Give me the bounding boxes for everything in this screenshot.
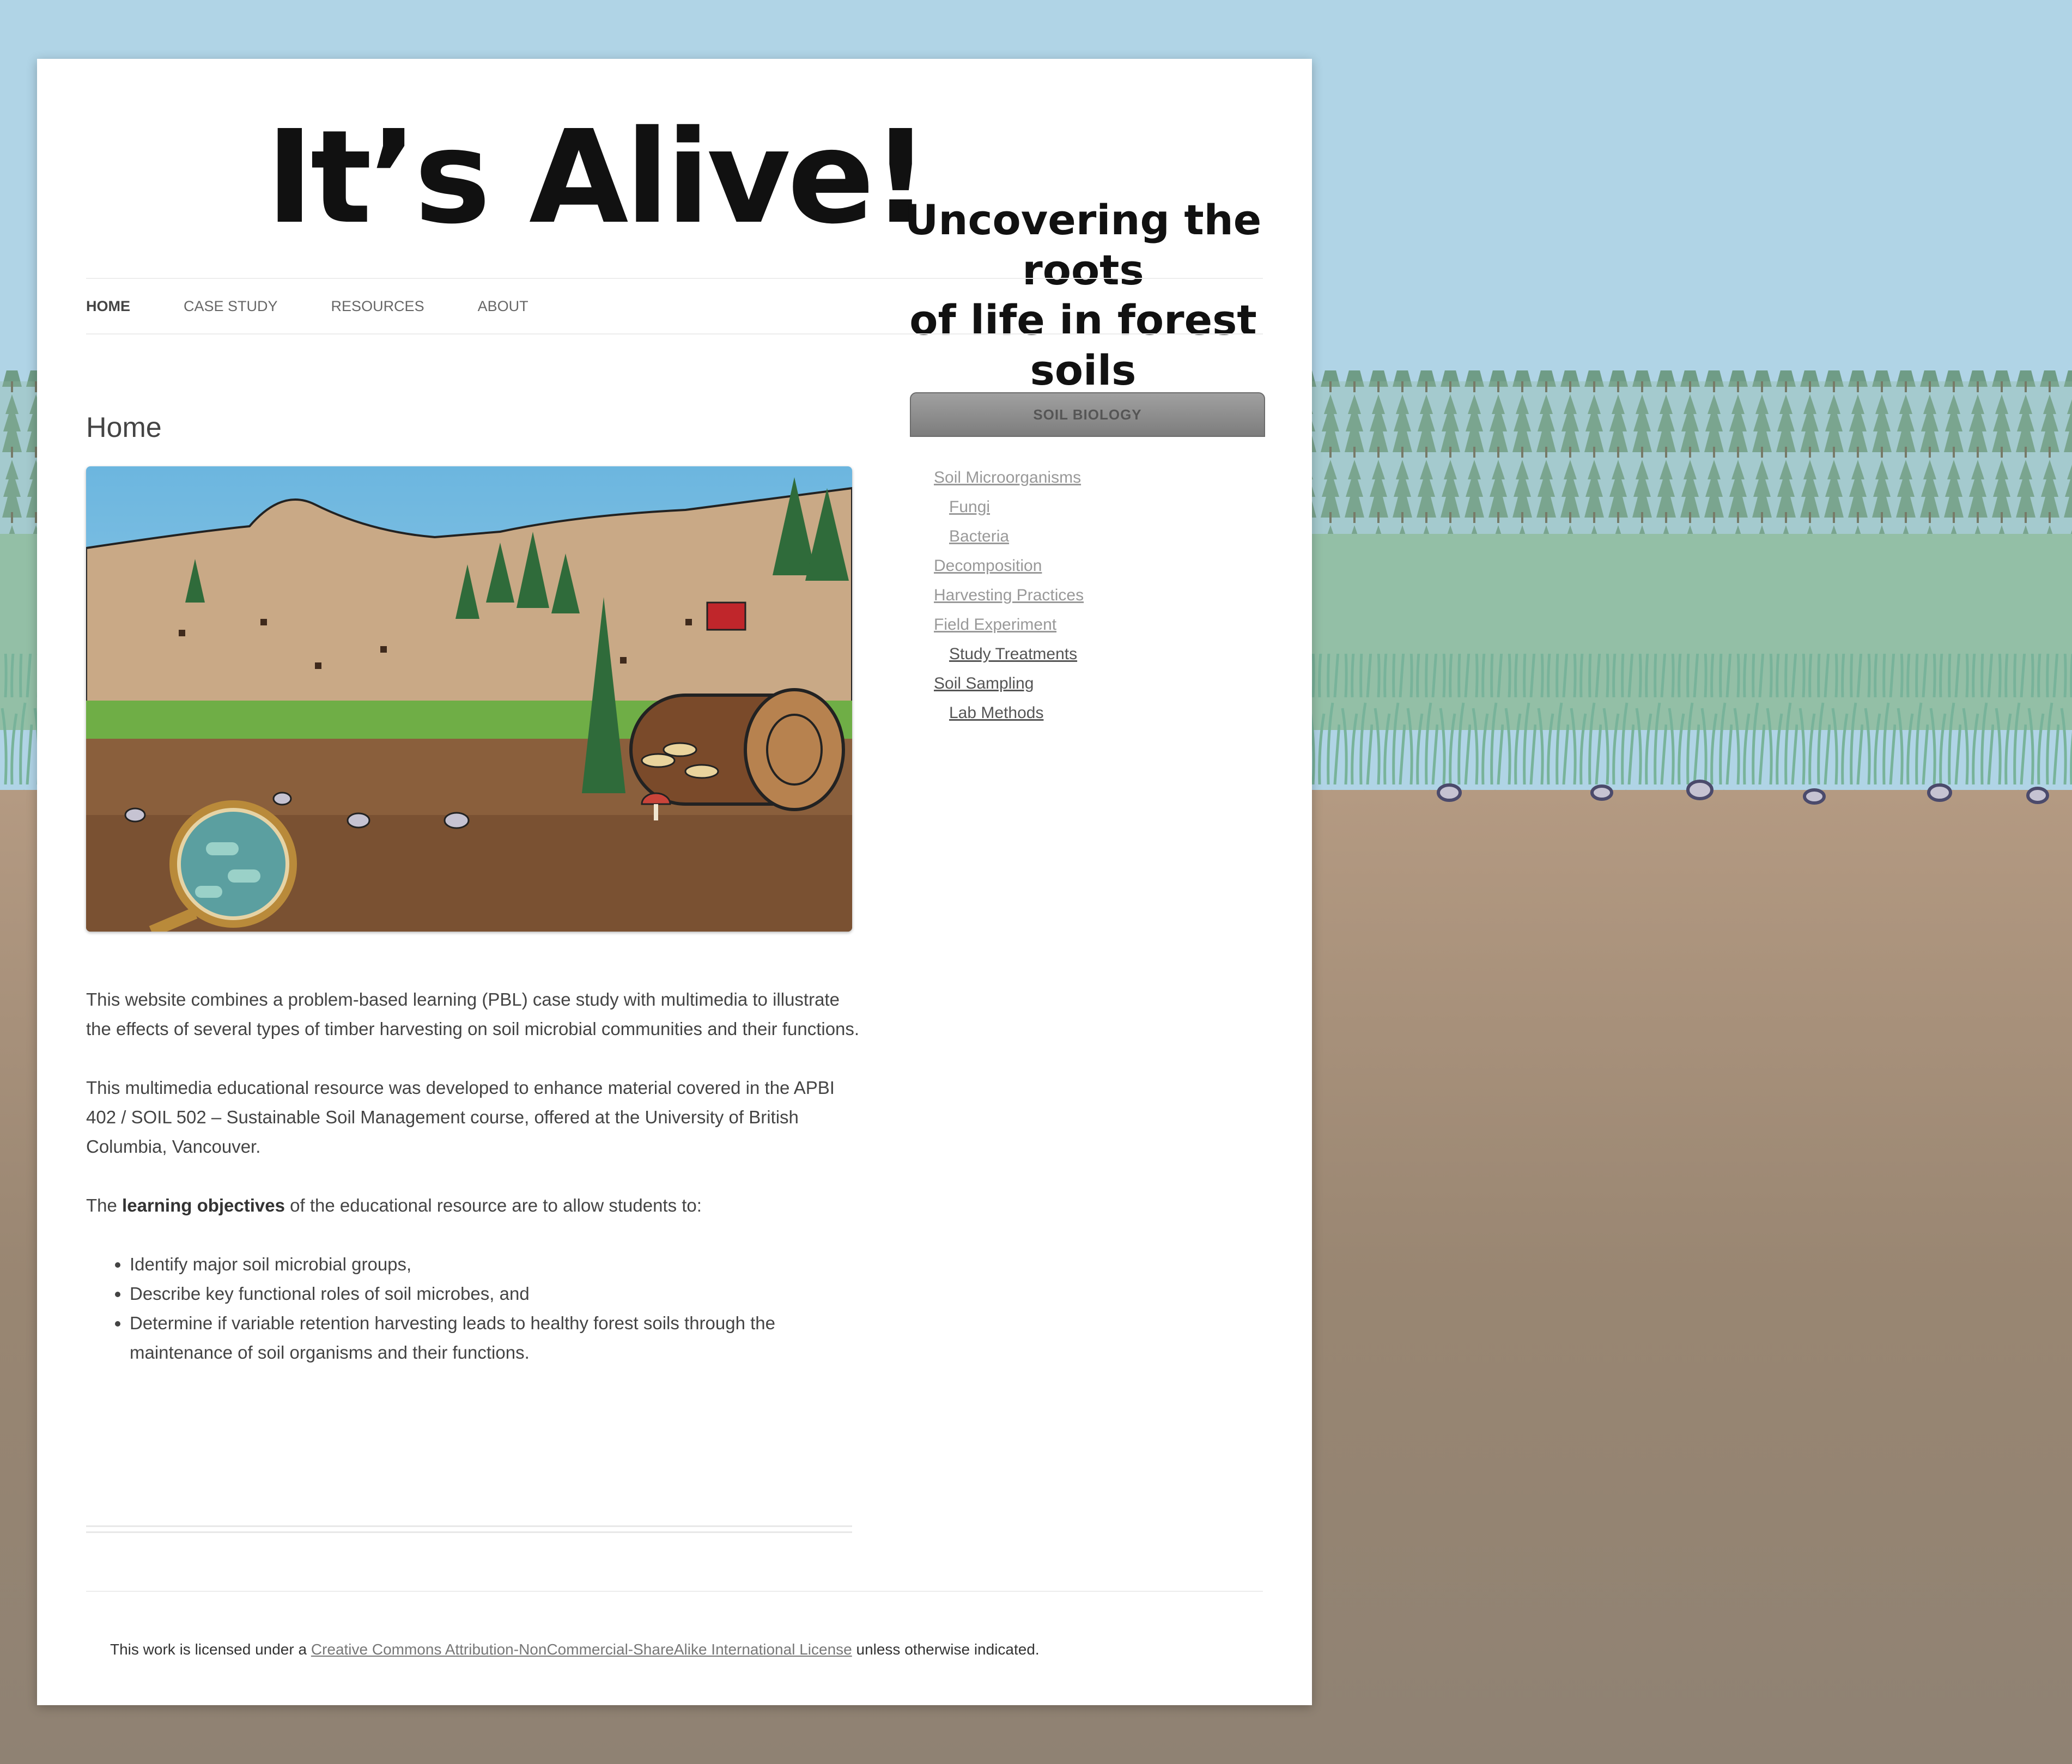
course-paragraph: This multimedia educational resource was… [86, 1078, 835, 1157]
sidebar-item-soil-sampling: Soil Sampling [934, 669, 1084, 698]
footer-divider [86, 1591, 1263, 1592]
sidebar-link[interactable]: Lab Methods [949, 704, 1043, 722]
site-banner[interactable]: It’s Alive! Uncovering the roots of life… [266, 113, 1279, 395]
sidebar-link[interactable]: Bacteria [949, 527, 1009, 545]
intro-paragraph: This website combines a problem-based le… [86, 989, 860, 1039]
sidebar-link[interactable]: Field Experiment [934, 616, 1056, 634]
page-title: Home [86, 411, 162, 443]
footer-license: This work is licensed under a Creative C… [110, 1641, 1040, 1658]
footer-prefix: This work is licensed under a [110, 1641, 311, 1658]
list-item: Describe key functional roles of soil mi… [130, 1279, 860, 1309]
sidebar-link[interactable]: Soil Microorganisms [934, 469, 1081, 486]
sidebar-item-fungi: Fungi [934, 492, 1084, 522]
sidebar-link[interactable]: Fungi [949, 498, 990, 516]
objectives-intro-prefix: The [86, 1195, 123, 1215]
list-item: Identify major soil microbial groups, [130, 1250, 860, 1279]
sidebar-item-study-treatments: Study Treatments [934, 640, 1084, 669]
license-link[interactable]: Creative Commons Attribution-NonCommerci… [311, 1641, 852, 1658]
sidebar-link[interactable]: Soil Sampling [934, 674, 1034, 692]
objectives-list: Identify major soil microbial groups, De… [86, 1250, 860, 1367]
sidebar-item-bacteria: Bacteria [934, 522, 1084, 551]
main-navigation: HOME CASE STUDY RESOURCES ABOUT [86, 278, 1263, 334]
sidebar-item-harvesting-practices: Harvesting Practices [934, 581, 1084, 610]
nav-item-about[interactable]: ABOUT [478, 298, 528, 315]
objectives-intro: The learning objectives of the education… [86, 1191, 860, 1220]
objectives-intro-bold: learning objectives [122, 1195, 285, 1215]
sidebar-link[interactable]: Harvesting Practices [934, 586, 1084, 604]
content-divider [86, 1525, 852, 1533]
page-container: It’s Alive! Uncovering the roots of life… [37, 59, 1312, 1705]
objectives-intro-suffix: of the educational resource are to allow… [284, 1195, 702, 1215]
sidebar-item-field-experiment: Field Experiment [934, 610, 1084, 640]
footer-suffix: unless otherwise indicated. [852, 1641, 1040, 1658]
sidebar-link[interactable]: Study Treatments [949, 645, 1077, 663]
widget-title: SOIL BIOLOGY [910, 392, 1265, 437]
sidebar-menu: Soil Microorganisms Fungi Bacteria Decom… [934, 463, 1084, 728]
nav-item-resources[interactable]: RESOURCES [331, 298, 424, 315]
main-content: This website combines a problem-based le… [86, 985, 860, 1367]
list-item: Determine if variable retention harvesti… [130, 1309, 860, 1367]
sidebar-link[interactable]: Decomposition [934, 557, 1042, 575]
nav-item-case-study[interactable]: CASE STUDY [184, 298, 278, 315]
nav-item-home[interactable]: HOME [86, 298, 130, 315]
sidebar-item-lab-methods: Lab Methods [934, 698, 1084, 728]
sidebar-item-soil-microorganisms: Soil Microorganisms [934, 463, 1084, 492]
sidebar-item-decomposition: Decomposition [934, 551, 1084, 581]
hero-illustration [86, 466, 852, 932]
site-title: It’s Alive! [266, 102, 930, 252]
